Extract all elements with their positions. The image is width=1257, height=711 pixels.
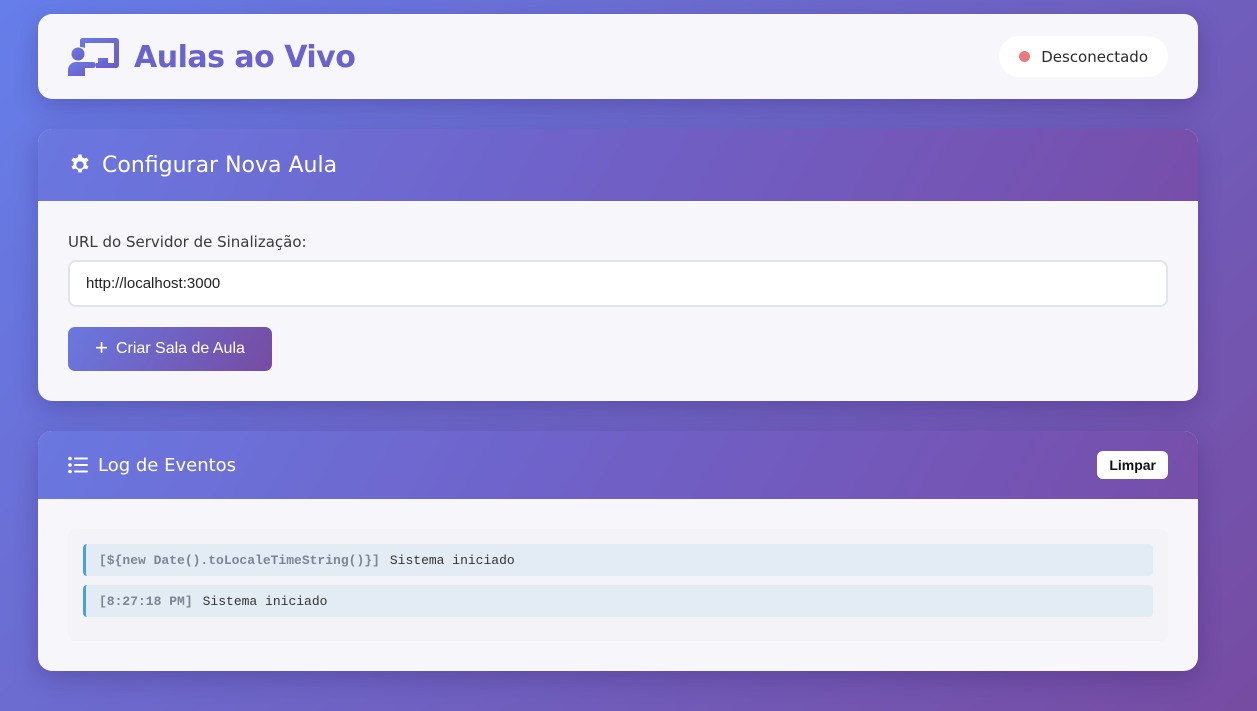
list-icon <box>68 456 88 474</box>
log-entry-time: [${new Date().toLocaleTimeString()}] <box>99 552 380 568</box>
create-room-label: Criar Sala de Aula <box>115 340 245 357</box>
status-dot <box>1019 51 1031 62</box>
log-card: Log de Eventos Limpar [${new Date().toLo… <box>38 431 1198 671</box>
app-title: Aulas ao Vivo <box>134 39 356 75</box>
config-card: Configurar Nova Aula URL do Servidor de … <box>38 129 1198 401</box>
log-entry: [8:27:18 PM] Sistema iniciado <box>83 585 1153 617</box>
log-entry: [${new Date().toLocaleTimeString()}] Sis… <box>83 544 1153 576</box>
config-card-title: Configurar Nova Aula <box>102 152 338 178</box>
plus-icon: + <box>95 335 108 360</box>
config-card-header: Configurar Nova Aula <box>38 129 1198 201</box>
gear-icon <box>68 153 92 177</box>
log-card-title: Log de Eventos <box>98 454 237 476</box>
status-label: Desconectado <box>1041 47 1148 66</box>
url-label: URL do Servidor de Sinalização: <box>68 233 307 251</box>
connection-status-badge: Desconectado <box>999 36 1168 77</box>
chalkboard-teacher-icon <box>68 36 120 78</box>
server-url-input[interactable] <box>68 260 1168 307</box>
brand: Aulas ao Vivo <box>68 36 356 78</box>
create-room-button[interactable]: + Criar Sala de Aula <box>68 327 272 371</box>
log-card-header: Log de Eventos Limpar <box>38 431 1198 499</box>
clear-log-button[interactable]: Limpar <box>1097 451 1168 479</box>
log-list: [${new Date().toLocaleTimeString()}] Sis… <box>68 529 1168 641</box>
log-entry-message: Sistema iniciado <box>389 552 515 568</box>
log-entry-time: [8:27:18 PM] <box>99 593 193 609</box>
log-entry-message: Sistema iniciado <box>202 593 328 609</box>
app-header: Aulas ao Vivo Desconectado <box>38 14 1198 99</box>
